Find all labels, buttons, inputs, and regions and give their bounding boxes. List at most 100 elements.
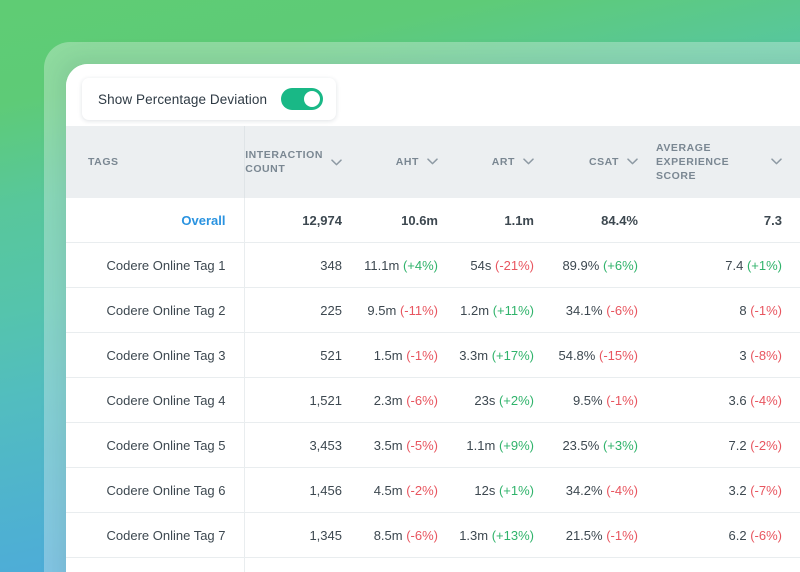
cell-art: 1.3m (+13%) [456,512,552,558]
column-header-art[interactable]: ART [456,126,552,198]
chevron-down-icon[interactable] [427,158,438,165]
column-header-interaction-count[interactable]: INTERACTION COUNT [244,126,360,198]
cell-delta: (-11%) [399,302,438,318]
cell-delta: (-6%) [406,527,438,543]
table-row[interactable]: Overall12,97410.6m1.1m84.4%7.322.9% [66,198,800,243]
column-header-average-experience-score-label: AVERAGE EXPERIENCE SCORE [656,141,730,183]
chevron-down-icon[interactable] [331,158,342,166]
table-row[interactable]: Codere Online Tag 898712.5m (-15%)1.4m (… [66,557,800,572]
column-header-art-label: ART [491,155,515,168]
cell-value: 1.3m [459,527,489,543]
cell-delta: (+3%) [602,437,638,453]
cell-value: 7.3 [763,212,782,228]
cell-value: 12s [474,482,496,498]
column-header-average-experience-score[interactable]: AVERAGE EXPERIENCE SCORE [656,126,800,198]
cell-value: 3.2 [728,482,747,498]
cell-value: 34.1% [565,302,603,318]
cell-csat: 84.4% [552,198,656,243]
table-row[interactable]: Codere Online Tag 1 348 11.1m (+4%) 54s (-2… [66,242,800,288]
cell-aes: 3.6 (-4%) [656,377,800,423]
percentage-deviation-toggle[interactable] [281,88,324,110]
row-tag-name: Codere Online Tag 7 [66,512,245,558]
cell-art: 54s (-21%) [456,242,552,288]
table-body: Overall12,97410.6m1.1m84.4%7.322.9%Coder… [66,198,800,572]
cell-value: 521 [320,347,342,363]
cell-value: 8 [739,302,747,318]
cell-value: 21.5% [565,527,603,543]
cell-value: 1.2m [460,302,490,318]
cell-delta: (-6%) [606,302,638,318]
row-tag-name: Codere Online Tag 3 [66,332,245,378]
cell-value: 1.1m [466,437,496,453]
cell-ic: 1,456 [244,467,360,513]
cell-value: 23.5% [562,437,600,453]
cell-value: 3.3m [459,347,489,363]
cell-delta: (+17%) [491,347,534,363]
cell-value: 54s [470,257,492,273]
cell-aht: 4.5m (-2%) [360,467,456,513]
cell-art: 23s (+2%) [456,377,552,423]
cell-delta: (-8%) [750,347,782,363]
column-header-csat-label: CSAT [588,155,619,168]
metrics-table: TAGS INTERACTION COUNT AHT ART CSAT AVER… [66,126,800,572]
cell-value: 348 [320,257,342,273]
cell-delta: (-21%) [494,257,534,273]
chevron-down-icon[interactable] [627,158,638,165]
row-tag-name: Codere Online Tag 8 [66,557,245,572]
chevron-down-icon[interactable] [771,158,782,165]
cell-delta: (-2%) [750,437,782,453]
cell-value: 7.4 [725,257,744,273]
cell-ic: 12,974 [244,198,360,243]
cell-delta: (+2%) [498,392,534,408]
cell-ic: 348 [244,242,360,288]
row-tag-name: Overall [66,198,245,243]
cell-aes: 8 (-1%) [656,287,800,333]
cell-aes: 3 (-8%) [656,332,800,378]
cell-art: 12s (+1%) [456,467,552,513]
cell-value: 89.9% [562,257,600,273]
cell-delta: (+9%) [498,437,534,453]
cell-aht: 9.5m (-11%) [360,287,456,333]
cell-delta: (-15%) [598,347,638,363]
table-row[interactable]: Codere Online Tag 5 3,453 3.5m (-5%) 1.1m (… [66,422,800,468]
cell-csat: 9.5% (-1%) [552,377,656,423]
cell-aht: 3.5m (-5%) [360,422,456,468]
table-row[interactable]: Codere Online Tag 2 225 9.5m (-11%) 1.2m (+… [66,287,800,333]
cell-value: 9.5% [572,392,603,408]
table-row[interactable]: Codere Online Tag 7 1,345 8.5m (-6%) 1.3m (… [66,512,800,558]
cell-csat: 21.5% (-1%) [552,512,656,558]
cell-art: 3.3m (+17%) [456,332,552,378]
cell-value: 1.1m [504,212,534,228]
toolbar: Show Percentage Deviation [66,64,800,126]
column-header-aht[interactable]: AHT [360,126,456,198]
cell-delta: (-1%) [606,527,638,543]
column-header-csat[interactable]: CSAT [552,126,656,198]
cell-aes: 7.4 (+1%) [656,242,800,288]
cell-ic: 3,453 [244,422,360,468]
table-row[interactable]: Codere Online Tag 4 1,521 2.3m (-6%) 23s (+… [66,377,800,423]
column-header-tags: TAGS [66,126,245,198]
cell-value: 34.2% [565,482,603,498]
chevron-down-icon[interactable] [523,158,534,165]
cell-delta: (-4%) [750,392,782,408]
percentage-deviation-control[interactable]: Show Percentage Deviation [82,78,337,120]
cell-csat: 21.5% (+23%) [552,557,656,572]
cell-aht: 2.3m (-6%) [360,377,456,423]
cell-delta: (-2%) [406,482,438,498]
cell-delta: (-5%) [406,437,438,453]
table-row[interactable]: Codere Online Tag 3 521 1.5m (-1%) 3.3m (+1… [66,332,800,378]
cell-art: 1.4m (+19%) [456,557,552,572]
row-tag-name: Codere Online Tag 6 [66,467,245,513]
cell-delta: (-1%) [750,302,782,318]
cell-aes: 1.2 (-4%) [656,557,800,572]
cell-value: 6.2 [728,527,747,543]
cell-aes: 3.2 (-7%) [656,467,800,513]
cell-csat: 89.9% (+6%) [552,242,656,288]
cell-value: 1,456 [309,482,342,498]
cell-value: 84.4% [601,212,638,228]
cell-ic: 1,345 [244,512,360,558]
cell-delta: (+1%) [498,482,534,498]
table-row[interactable]: Codere Online Tag 6 1,456 4.5m (-2%) 12s (+… [66,467,800,513]
row-tag-name: Codere Online Tag 5 [66,422,245,468]
cell-value: 1,521 [309,392,342,408]
